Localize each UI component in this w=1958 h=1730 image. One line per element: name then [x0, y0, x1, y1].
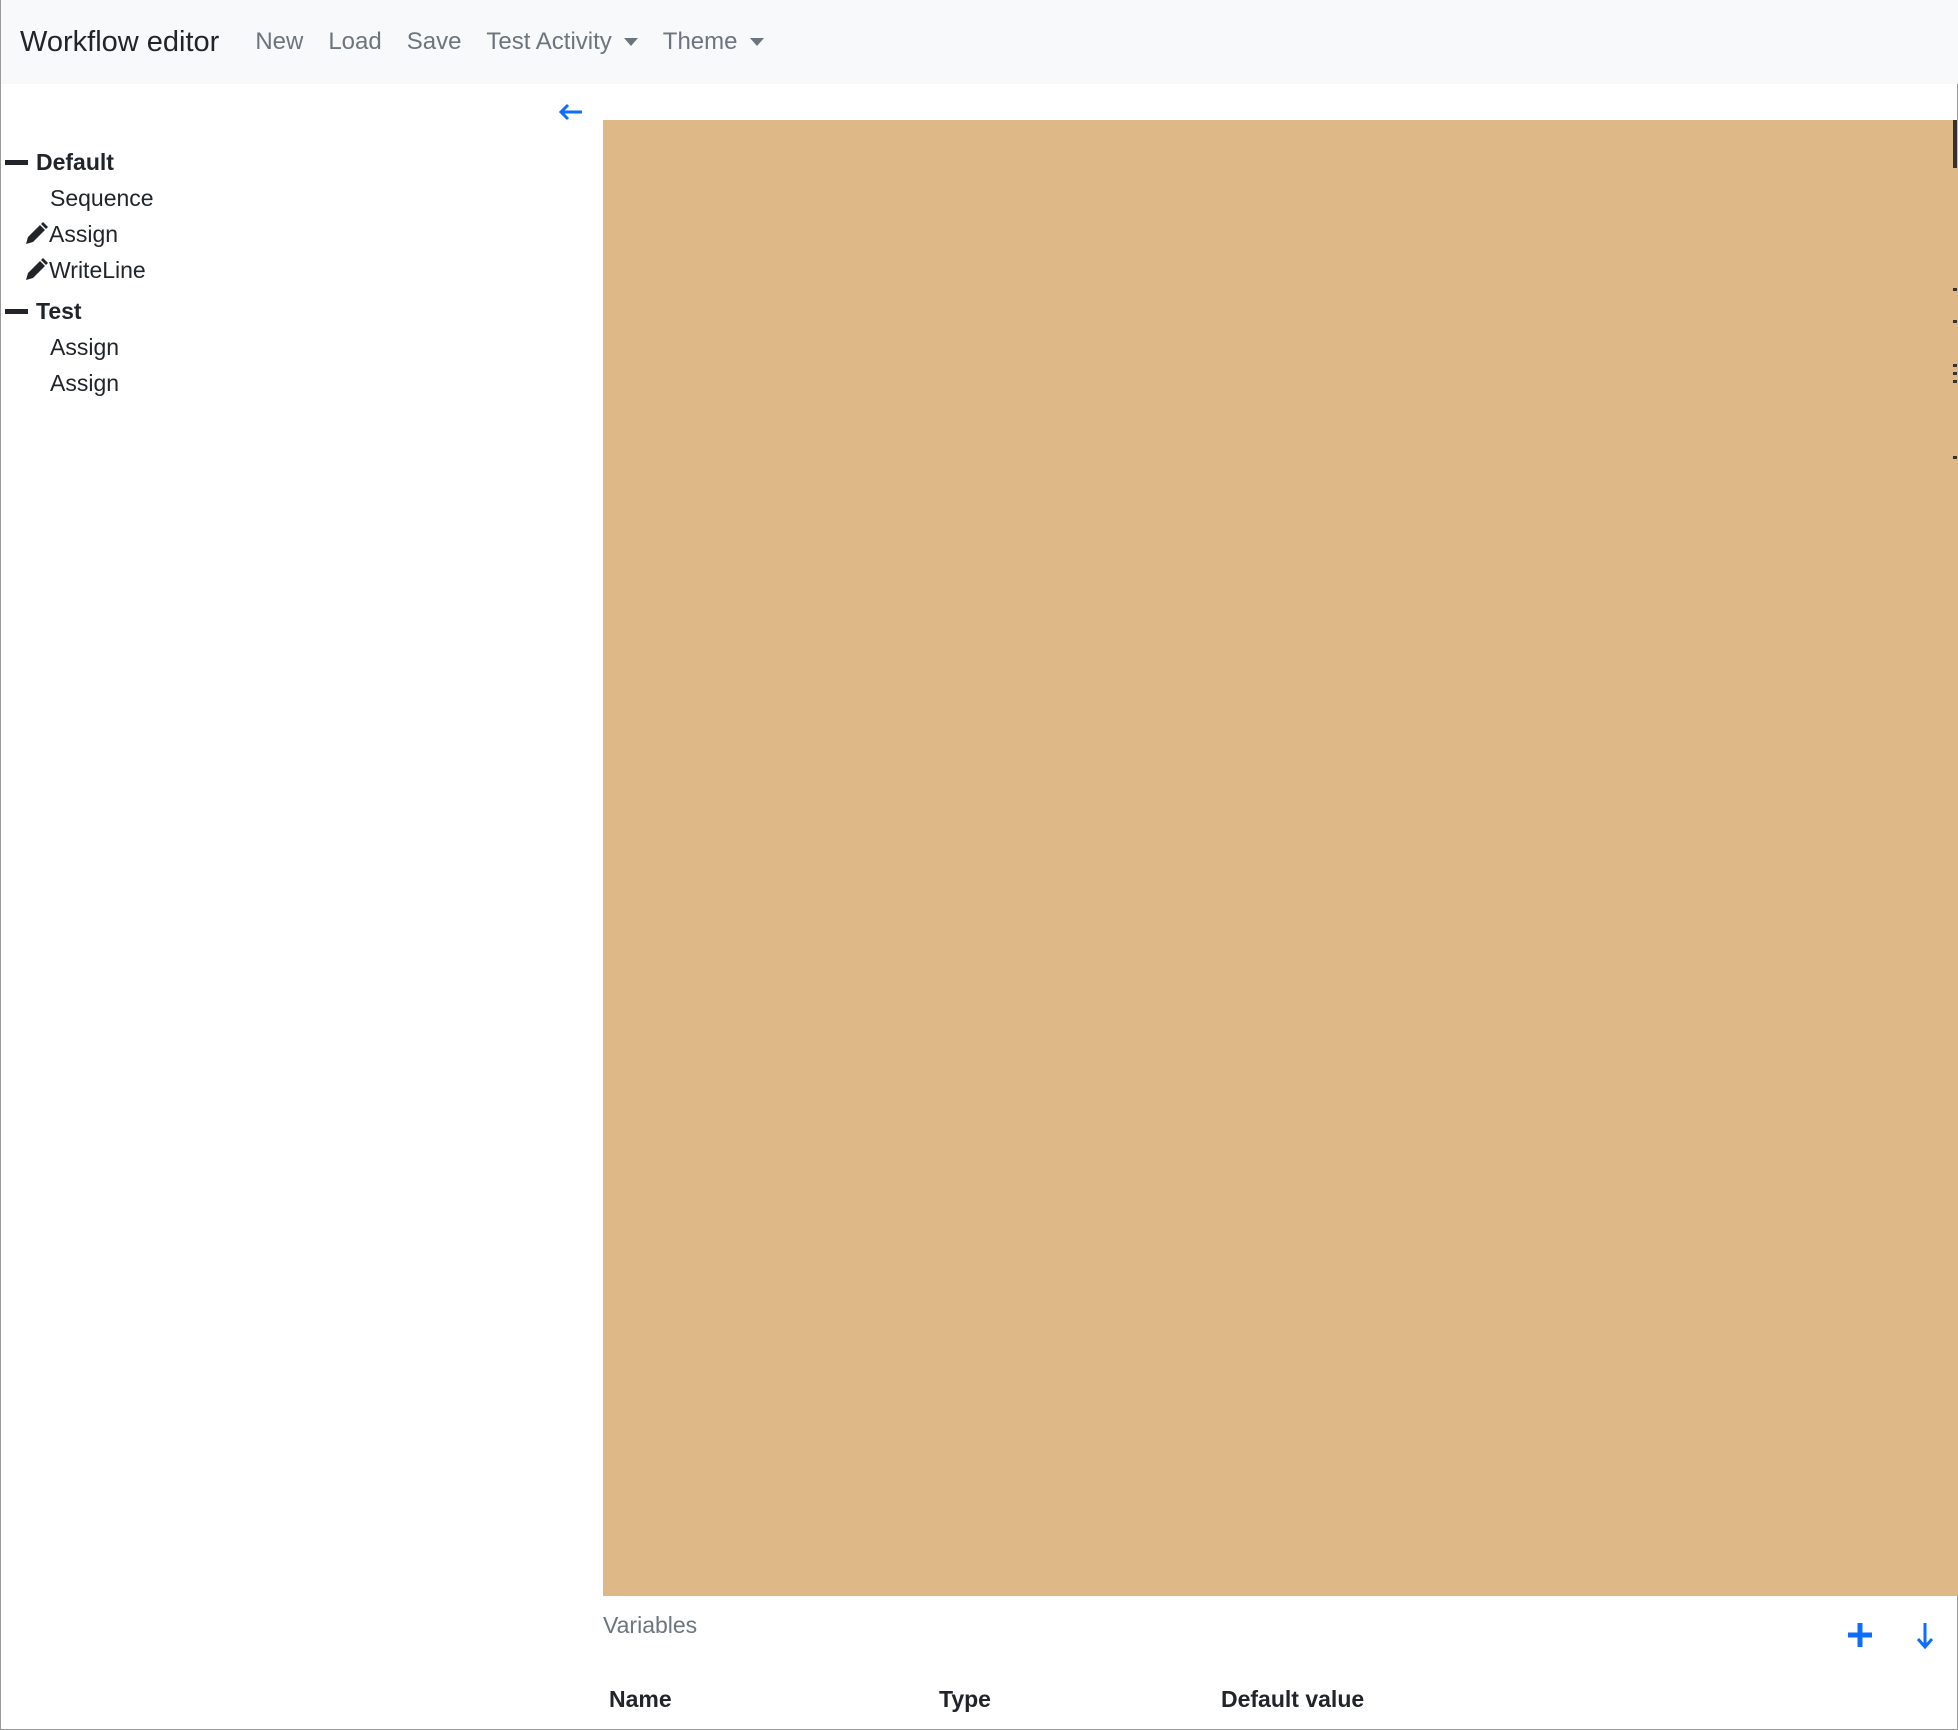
- tree-item-assign[interactable]: Assign: [5, 365, 565, 401]
- scroll-edge-mark: [1953, 364, 1957, 367]
- tree-item-label: Assign: [50, 369, 120, 396]
- nav-test-activity-label: Test Activity: [486, 28, 612, 55]
- arrow-left-icon[interactable]: [557, 100, 585, 124]
- scroll-edge-mark: [1953, 380, 1957, 383]
- collapse-minus-icon[interactable]: [5, 308, 28, 314]
- activity-sidebar: Default Sequence Assign WriteLine Test A…: [1, 84, 599, 1729]
- nav-load-label: Load: [328, 28, 382, 55]
- app-window: Workflow editor New Load Save Test Activ…: [0, 0, 1958, 1730]
- tree-group-default[interactable]: Default: [5, 144, 565, 180]
- caret-down-icon: [749, 38, 764, 46]
- collapse-minus-icon[interactable]: [5, 159, 28, 165]
- tree-group-test[interactable]: Test: [5, 293, 565, 329]
- tree-item-label: Assign: [49, 220, 119, 247]
- tree-item-assign[interactable]: Assign: [5, 216, 565, 252]
- tree-item-label: Assign: [50, 333, 120, 360]
- plus-icon[interactable]: [1847, 1622, 1873, 1648]
- nav-load[interactable]: Load: [328, 28, 381, 56]
- pencil-icon[interactable]: [23, 257, 49, 283]
- column-header-type: Type: [939, 1686, 991, 1712]
- scroll-edge-mark: [1953, 320, 1957, 323]
- scroll-edge-mark: [1953, 120, 1957, 168]
- pencil-icon[interactable]: [23, 221, 49, 247]
- nav-new-label: New: [255, 28, 304, 55]
- nav-save[interactable]: Save: [407, 28, 462, 56]
- scroll-edge-mark: [1953, 456, 1957, 459]
- nav-new[interactable]: New: [255, 28, 303, 56]
- tree-item-sequence[interactable]: Sequence: [5, 180, 565, 216]
- activity-tree: Default Sequence Assign WriteLine Test A…: [5, 144, 565, 401]
- tree-group-label: Default: [36, 148, 114, 175]
- column-header-name: Name: [609, 1686, 672, 1712]
- nav-theme-dropdown[interactable]: Theme: [663, 28, 764, 56]
- tree-item-label: Sequence: [50, 184, 154, 211]
- navbar-brand[interactable]: Workflow editor: [20, 26, 219, 59]
- nav-save-label: Save: [406, 28, 462, 55]
- workflow-canvas[interactable]: [603, 120, 1958, 1596]
- navbar: Workflow editor New Load Save Test Activ…: [1, 0, 1958, 84]
- column-header-default-value: Default value: [1221, 1686, 1365, 1712]
- tree-group-label: Test: [36, 297, 82, 324]
- scroll-edge-mark: [1953, 372, 1957, 375]
- variables-title: Variables: [603, 1612, 698, 1638]
- scroll-edge-mark: [1953, 288, 1957, 291]
- tree-item-label: WriteLine: [49, 256, 146, 283]
- variables-table-header: Name Type Default value: [1, 1686, 1958, 1716]
- nav-test-activity-dropdown[interactable]: Test Activity: [486, 28, 638, 56]
- nav-theme-label: Theme: [662, 28, 738, 55]
- tree-item-writeline[interactable]: WriteLine: [5, 252, 565, 288]
- tree-item-assign[interactable]: Assign: [5, 329, 565, 365]
- caret-down-icon: [623, 38, 638, 46]
- arrow-down-icon[interactable]: [1915, 1620, 1935, 1650]
